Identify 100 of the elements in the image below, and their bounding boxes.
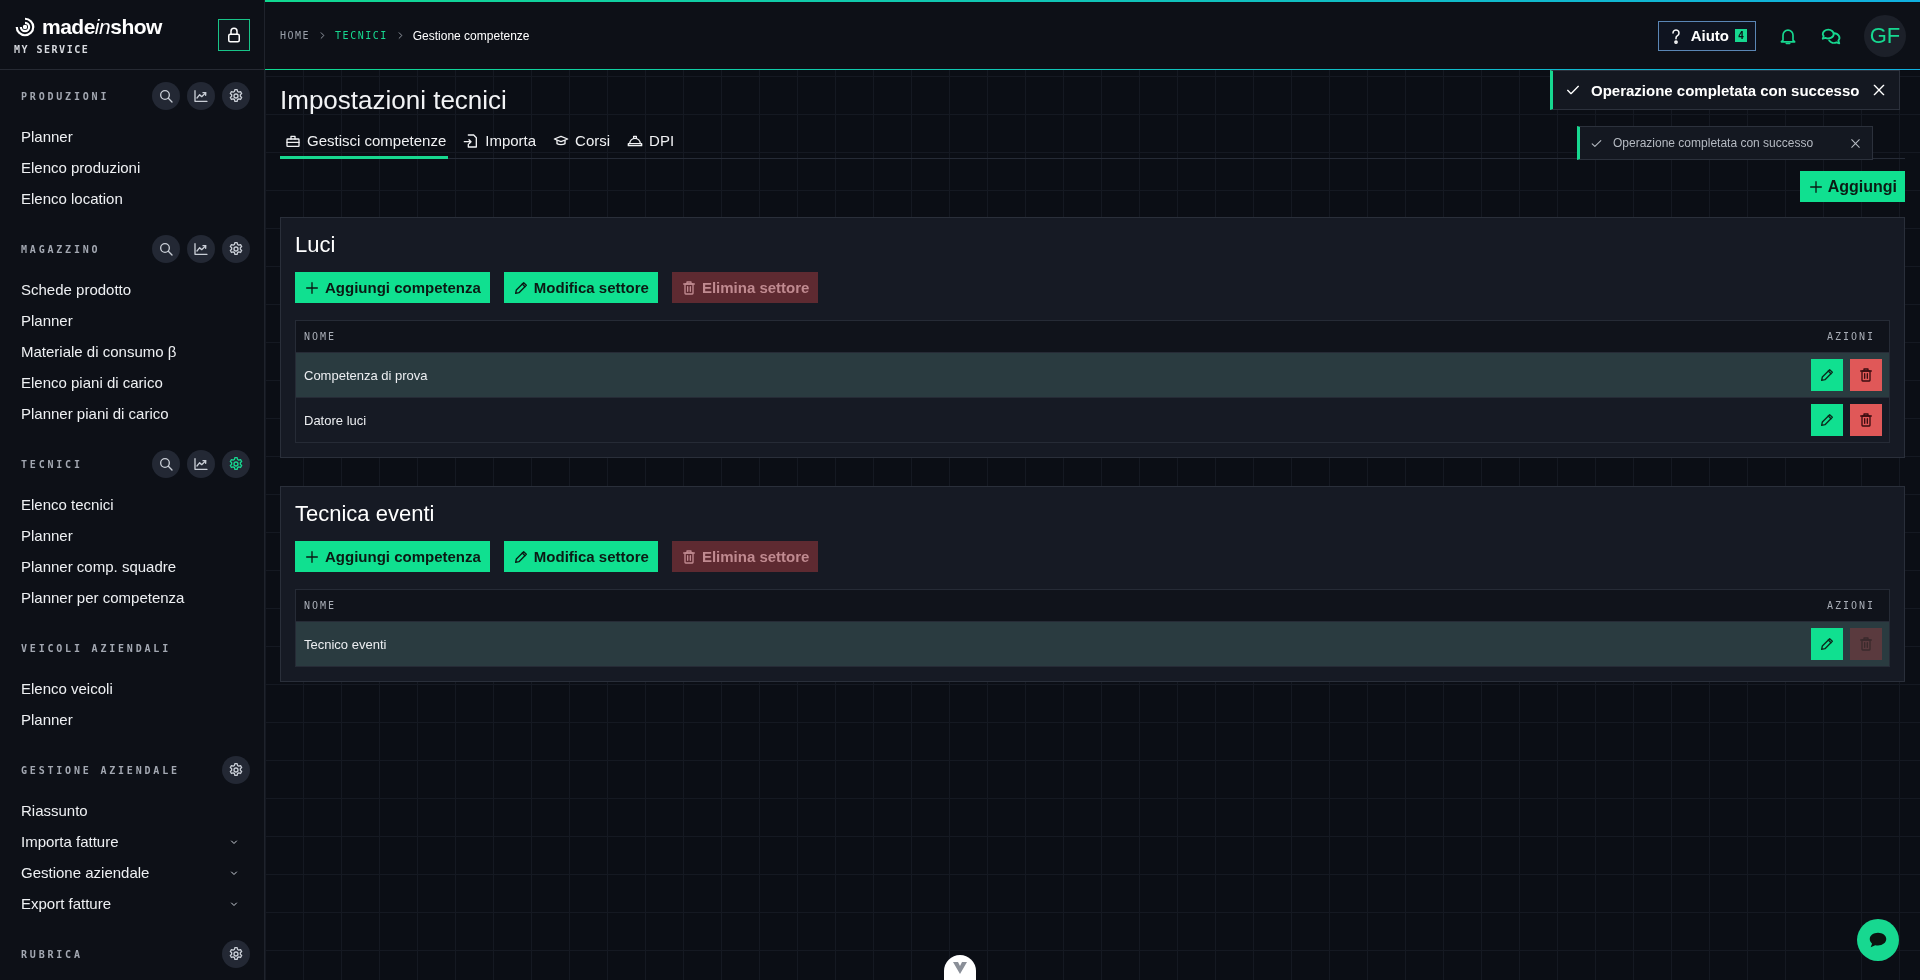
close-button[interactable] (1871, 82, 1887, 98)
lock-icon (225, 25, 243, 44)
settings-button[interactable] (222, 235, 250, 263)
edit-button[interactable] (1811, 359, 1843, 391)
edit-button[interactable] (1811, 628, 1843, 660)
add-button[interactable]: Aggiungi competenza (295, 272, 490, 303)
settings-button[interactable] (222, 82, 250, 110)
edit-button[interactable]: Modifica settore (503, 272, 658, 303)
nav-link[interactable]: Planner (21, 305, 73, 336)
search-icon (158, 88, 174, 104)
brand-subtitle: MY SERVICE (14, 43, 91, 55)
pencil-icon (512, 548, 529, 565)
submenu-item[interactable]: Export fatture (21, 888, 112, 919)
table-row[interactable]: Datore luci (296, 397, 1889, 442)
nav-link[interactable]: Materiale di consumo β (21, 336, 177, 367)
edit-button[interactable] (1811, 404, 1843, 436)
nav-link[interactable]: Elenco produzioni (21, 152, 141, 183)
file-import-icon (463, 132, 480, 149)
nav-link[interactable]: Planner comp. squadre (21, 551, 177, 582)
trash-icon (680, 548, 697, 565)
table-cell: Tecnico eventi (304, 636, 387, 652)
user-avatar[interactable]: GF (1864, 14, 1906, 57)
nav-link[interactable]: Elenco piani di carico (21, 367, 163, 398)
column-header: NOME (304, 331, 337, 342)
nav-link[interactable]: Riassunto (21, 795, 88, 826)
nav-link[interactable]: Elenco location (21, 183, 123, 214)
pencil-icon (1819, 636, 1835, 652)
column-header: NOME (304, 600, 337, 611)
section-heading: PRODUZIONI (21, 90, 110, 102)
pencil-icon (512, 279, 529, 296)
table-row[interactable]: Tecnico eventi (296, 621, 1889, 666)
submenu-item[interactable]: Gestione aziendale (21, 857, 150, 888)
delete-button[interactable] (1850, 404, 1882, 436)
add-button[interactable]: Aggiungi (1799, 171, 1905, 202)
breadcrumb-link[interactable]: HOME (280, 30, 311, 41)
page-title: Impostazioni tecnici (280, 84, 507, 117)
plus-icon (304, 279, 320, 296)
search-button[interactable] (152, 82, 180, 110)
count-badge: 4 (1734, 29, 1747, 42)
settings-icon (228, 241, 244, 257)
chevron-logo-icon (953, 962, 967, 974)
close-icon (1871, 82, 1887, 98)
section-heading: VEICOLI AZIENDALI (21, 642, 171, 654)
settings-button[interactable] (222, 756, 250, 784)
trash-icon (1858, 367, 1874, 383)
nav-link[interactable]: Planner piani di carico (21, 398, 169, 429)
lock-button[interactable] (218, 18, 250, 51)
chart-button[interactable] (187, 82, 215, 110)
add-button[interactable]: Aggiungi competenza (295, 541, 490, 572)
pencil-icon (1819, 412, 1835, 428)
breadcrumb-link[interactable]: TECNICI (335, 30, 388, 41)
trash-icon (1858, 636, 1874, 652)
chart-icon (193, 88, 209, 104)
sector-title: Luci (295, 231, 337, 259)
section-heading: MAGAZZINO (21, 243, 101, 255)
close-button[interactable] (1849, 136, 1862, 150)
table-cell: Competenza di prova (304, 367, 428, 383)
section-heading: GESTIONE AZIENDALE (21, 764, 180, 776)
brand-name: madeinshow (42, 14, 162, 39)
search-button[interactable] (152, 235, 180, 263)
nav-link[interactable]: Planner (21, 520, 73, 551)
nav-link[interactable]: Planner (21, 121, 73, 152)
column-header: AZIONI (1826, 331, 1875, 342)
section-heading: TECNICI (21, 458, 83, 470)
nav-link[interactable]: Elenco tecnici (21, 489, 114, 520)
nav-link[interactable]: Planner (21, 704, 73, 735)
chart-icon (193, 456, 209, 472)
settings-icon (228, 762, 244, 778)
chart-button[interactable] (187, 450, 215, 478)
tab[interactable]: Corsi (548, 129, 613, 159)
help-button[interactable]: Aiuto 4 (1657, 20, 1756, 51)
close-icon (1849, 136, 1862, 150)
chart-button[interactable] (187, 235, 215, 263)
nav-link[interactable]: Schede prodotto (21, 274, 132, 305)
pencil-icon (1819, 367, 1835, 383)
chart-icon (193, 241, 209, 257)
table-row[interactable]: Competenza di prova (296, 352, 1889, 397)
delete-button[interactable] (1850, 359, 1882, 391)
trash-icon (680, 279, 697, 296)
tab[interactable]: DPI (622, 129, 677, 159)
current-page-label: Gestione competenze (412, 28, 530, 43)
submenu-item[interactable]: Importa fatture (21, 826, 119, 857)
tab[interactable]: Gestisci competenze (280, 129, 449, 159)
settings-icon (228, 946, 244, 962)
plus-icon (1807, 178, 1824, 195)
edit-button[interactable]: Modifica settore (503, 541, 658, 572)
tab[interactable]: Importa (458, 129, 539, 159)
toast-message: Operazione completata con successo (1613, 136, 1815, 150)
search-icon (158, 456, 174, 472)
section-heading: RUBRICA (21, 948, 83, 960)
search-icon (158, 241, 174, 257)
table-cell: Datore luci (304, 412, 367, 428)
nav-link[interactable]: Elenco veicoli (21, 673, 113, 704)
nav-link[interactable]: Planner per competenza (21, 582, 185, 613)
search-button[interactable] (152, 450, 180, 478)
settings-button[interactable] (222, 450, 250, 478)
settings-button[interactable] (222, 940, 250, 968)
sector-title: Tecnica eventi (295, 500, 436, 528)
settings-icon (228, 88, 244, 104)
toast-message: Operazione completata con successo (1591, 81, 1861, 99)
